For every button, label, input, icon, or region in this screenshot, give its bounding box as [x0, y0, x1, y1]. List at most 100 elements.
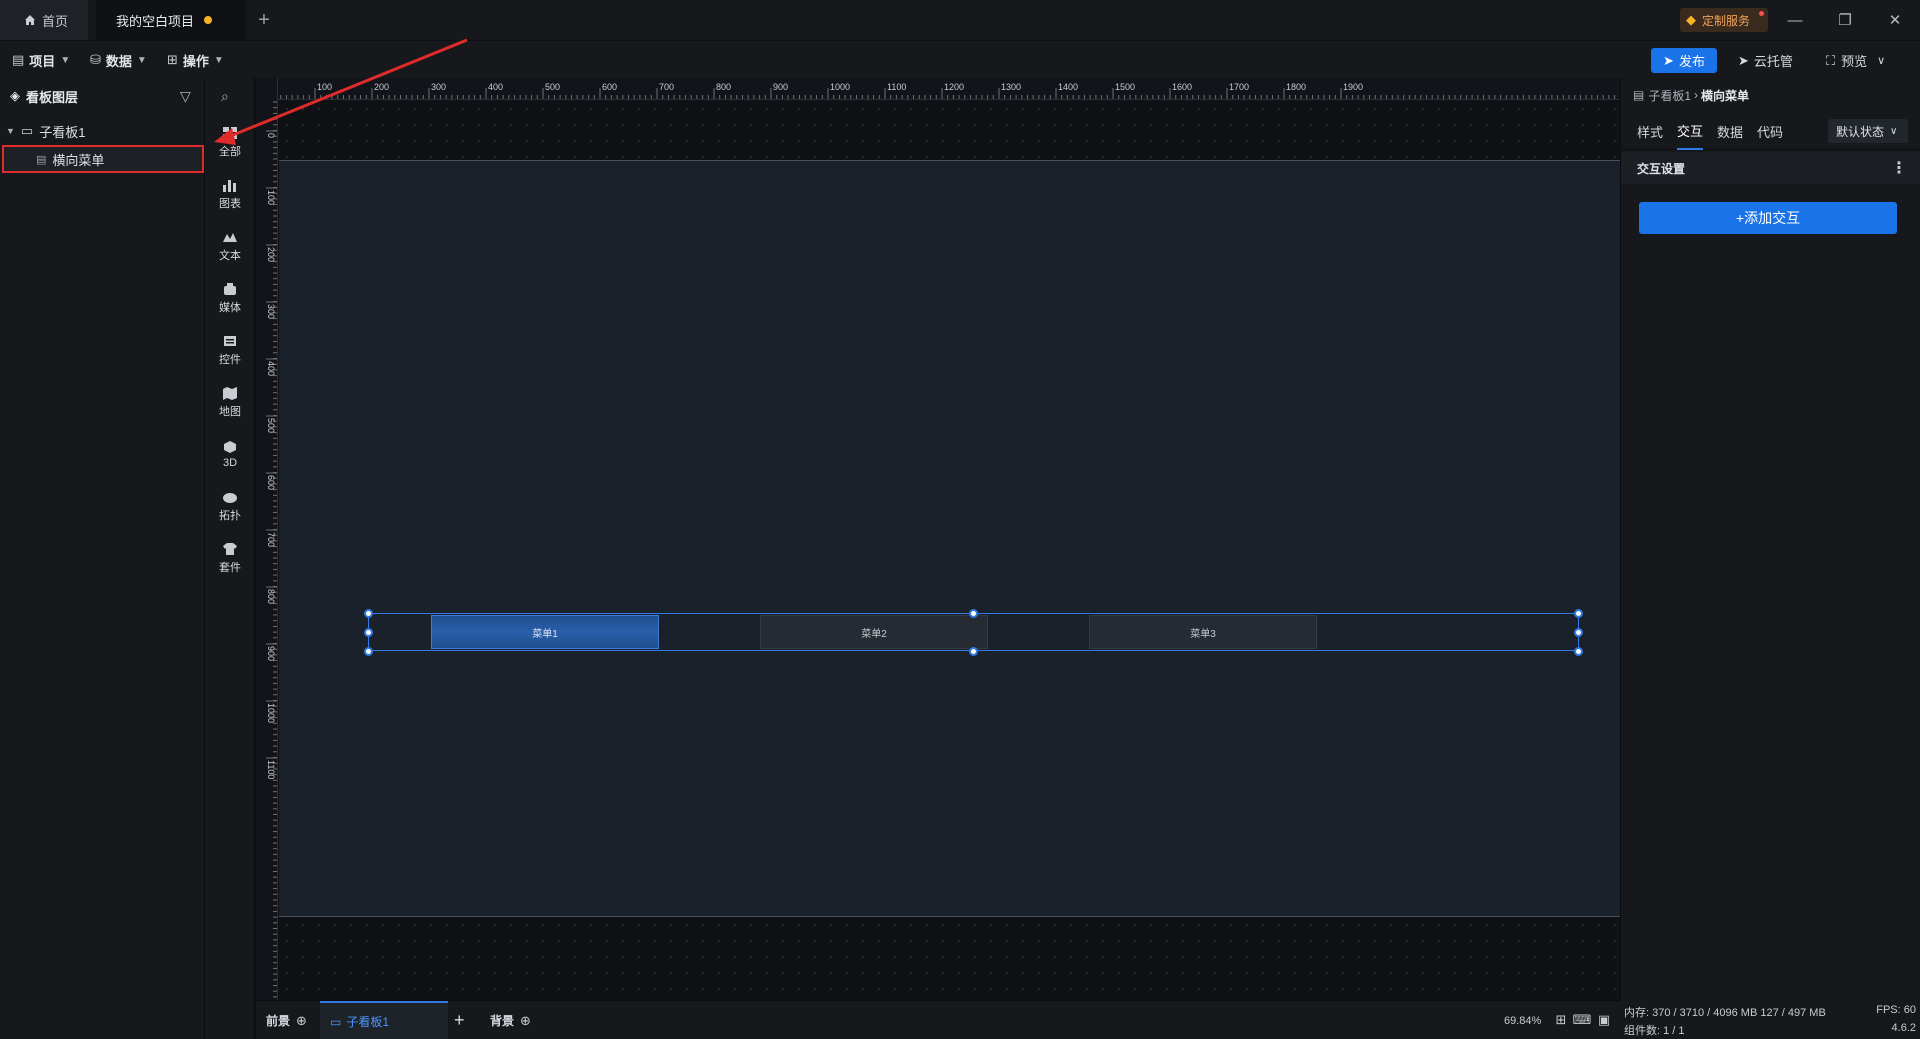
category-label: 媒体 [219, 302, 241, 314]
category-label: 套件 [219, 562, 241, 574]
category-label: 拓扑 [219, 510, 241, 522]
tab-code[interactable]: 代码 [1757, 112, 1783, 150]
ruler-label: 600 [602, 82, 617, 92]
breadcrumb-parent[interactable]: 子看板1 [1648, 87, 1691, 104]
ruler-label: 800 [266, 589, 276, 604]
send-icon: ➤ [1663, 52, 1674, 68]
foreground-layer-button[interactable]: 前景 ⊕ [266, 1001, 307, 1039]
ruler-label: 600 [266, 475, 276, 490]
category-controls[interactable]: 控件 [205, 328, 255, 372]
category-map[interactable]: 地图 [205, 380, 255, 424]
title-bar: 首页 我的空白项目 + ◆ 定制服务 — ❐ ✕ [0, 0, 1920, 40]
category-kit[interactable]: 套件 [205, 536, 255, 580]
property-tabs: 样式 交互 数据 代码 默认状态 ∨ [1621, 112, 1920, 150]
menu-project-label: 项目 [29, 53, 56, 69]
category-label: 全部 [219, 146, 241, 158]
ruler-label: 300 [431, 82, 446, 92]
zoom-level[interactable]: 69.84% [1504, 1001, 1541, 1039]
layer-group-row[interactable]: ▼ ▭ 子看板1 [0, 118, 205, 144]
menu-item-1[interactable]: 菜单1 [431, 615, 659, 649]
search-icon[interactable]: ⌕ [221, 88, 229, 105]
caret-down-icon[interactable]: ▼ [6, 126, 15, 136]
foreground-label: 前景 [266, 1014, 291, 1028]
resize-handle[interactable] [364, 609, 373, 618]
breadcrumb: ▤ 子看板1 › 横向菜单 [1633, 78, 1749, 112]
add-circle-icon[interactable]: ⊕ [296, 1013, 307, 1029]
menu-operation[interactable]: ⊞ 操作 ▼ [167, 41, 224, 79]
resize-handle[interactable] [1574, 647, 1583, 656]
category-3d[interactable]: 3D [205, 432, 255, 476]
category-topology[interactable]: 拓扑 [205, 484, 255, 528]
grid-icon [221, 125, 239, 141]
board-area[interactable]: 菜单1 菜单2 菜单3 [279, 160, 1620, 917]
category-label: 文本 [219, 250, 241, 262]
new-tab-button[interactable]: + [246, 0, 282, 40]
background-label: 背景 [490, 1014, 515, 1028]
add-interaction-button[interactable]: +添加交互 [1639, 202, 1897, 234]
filter-icon[interactable]: ▽ [180, 88, 191, 105]
background-layer-button[interactable]: 背景 ⊕ [490, 1001, 531, 1039]
ruler-label: 400 [266, 361, 276, 376]
resize-handle[interactable] [1574, 609, 1583, 618]
ruler-label: 1300 [1001, 82, 1021, 92]
state-select-value: 默认状态 [1836, 124, 1885, 139]
category-all[interactable]: 全部 [205, 120, 255, 164]
category-media[interactable]: 媒体 [205, 276, 255, 320]
fit-screen-icon[interactable]: ⊞ [1553, 1012, 1569, 1027]
version-label: 4.6.2 [1891, 1022, 1916, 1034]
board-icon: ▤ [1633, 88, 1645, 102]
keyboard-icon[interactable]: ⌨ [1573, 1012, 1592, 1027]
close-button[interactable]: ✕ [1870, 0, 1920, 40]
layer-item-row[interactable]: ▤ 横向菜单 [2, 145, 204, 173]
resize-handle[interactable] [1574, 628, 1583, 637]
menu-component-icon: ▤ [36, 153, 47, 166]
terminal-icon[interactable]: ▣ [1596, 1012, 1612, 1027]
tab-data[interactable]: 数据 [1717, 112, 1743, 150]
chevron-down-icon: ▼ [60, 54, 71, 66]
layer-group-label: 子看板1 [39, 124, 86, 140]
minimize-button[interactable]: — [1770, 0, 1820, 40]
design-canvas[interactable]: 菜单1 菜单2 菜单3 100 200 300 400 500 600 700 800 900 1… [256, 78, 1620, 1000]
custom-service-label: 定制服务 [1702, 13, 1751, 28]
restore-button[interactable]: ❐ [1820, 0, 1870, 40]
category-text[interactable]: 文本 [205, 224, 255, 268]
menu-project[interactable]: ▤ 项目 ▼ [12, 41, 70, 79]
ruler-label: 700 [659, 82, 674, 92]
ruler-label: 0 [266, 133, 276, 138]
more-vertical-icon[interactable]: ⋮ [1891, 158, 1907, 178]
map-icon [221, 385, 239, 401]
publish-button[interactable]: ➤ 发布 [1651, 48, 1717, 73]
resize-handle[interactable] [364, 647, 373, 656]
tab-project[interactable]: 我的空白项目 [96, 0, 246, 40]
add-board-button[interactable]: + [454, 1001, 465, 1039]
tab-project-label: 我的空白项目 [116, 13, 195, 29]
menu-item-3[interactable]: 菜单3 [1089, 615, 1317, 649]
add-circle-icon[interactable]: ⊕ [520, 1013, 531, 1029]
custom-service-button[interactable]: ◆ 定制服务 [1680, 8, 1768, 32]
tab-board-1[interactable]: ▭ 子看板1 [320, 1001, 448, 1039]
chevron-down-icon: ▼ [136, 54, 147, 66]
horizontal-menu-component[interactable]: 菜单1 菜单2 菜单3 [368, 613, 1579, 651]
state-select[interactable]: 默认状态 ∨ [1828, 119, 1908, 143]
menu-item-2[interactable]: 菜单2 [760, 615, 988, 649]
ruler-label: 700 [266, 532, 276, 547]
resize-handle[interactable] [969, 647, 978, 656]
monitor-icon: ▭ [20, 123, 34, 138]
preview-button[interactable]: ⛶ 预览 ∨ [1826, 48, 1885, 73]
ruler-label: 300 [266, 304, 276, 319]
tab-style[interactable]: 样式 [1637, 112, 1663, 150]
cube-icon [221, 439, 239, 455]
menu-data[interactable]: ⛁ 数据 ▼ [90, 41, 147, 79]
resize-handle[interactable] [969, 609, 978, 618]
tab-home[interactable]: 首页 [0, 0, 88, 40]
tab-interaction[interactable]: 交互 [1677, 112, 1704, 150]
cloud-hosting-button[interactable]: ➤ 云托管 [1738, 48, 1793, 73]
bar-chart-icon [221, 177, 239, 193]
category-chart[interactable]: 图表 [205, 172, 255, 216]
category-label: 图表 [219, 198, 241, 210]
bottom-bar: 前景 ⊕ ▭ 子看板1 + 背景 ⊕ 69.84% ⊞ ⌨ ▣ [256, 1000, 1620, 1039]
shirt-icon [221, 541, 239, 557]
ruler-label: 1200 [944, 82, 964, 92]
fullscreen-icon: ⛶ [1826, 52, 1836, 68]
resize-handle[interactable] [364, 628, 373, 637]
